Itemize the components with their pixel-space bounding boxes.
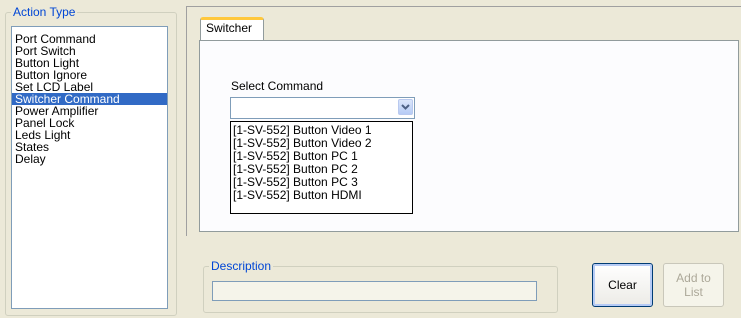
add-to-list-button-label: Add to List [676, 271, 711, 299]
description-field[interactable] [212, 281, 537, 301]
right-panel-separator-left [186, 6, 187, 236]
action-type-list[interactable]: Port Command Port Switch Button Light Butto… [11, 26, 168, 309]
clear-button-label: Clear [608, 278, 637, 292]
action-type-title: Action Type [11, 5, 78, 19]
tab-switcher-label: Switcher [206, 21, 253, 35]
select-command-combo[interactable] [230, 97, 415, 119]
right-panel-separator [186, 6, 741, 7]
select-command-option[interactable]: [1-SV-552] Button HDMI [231, 189, 412, 202]
clear-button[interactable]: Clear [592, 263, 653, 307]
add-to-list-button[interactable]: Add to List [663, 263, 724, 307]
description-title: Description [209, 259, 274, 273]
select-command-label: Select Command [231, 79, 324, 93]
select-command-dropdown[interactable]: [1-SV-552] Button Video 1 [1-SV-552] Butt… [230, 121, 413, 214]
tab-switcher[interactable]: Switcher [200, 17, 264, 40]
chevron-down-icon [401, 104, 410, 110]
dropdown-arrow-button[interactable] [398, 99, 413, 115]
action-type-item[interactable]: Delay [12, 153, 167, 165]
